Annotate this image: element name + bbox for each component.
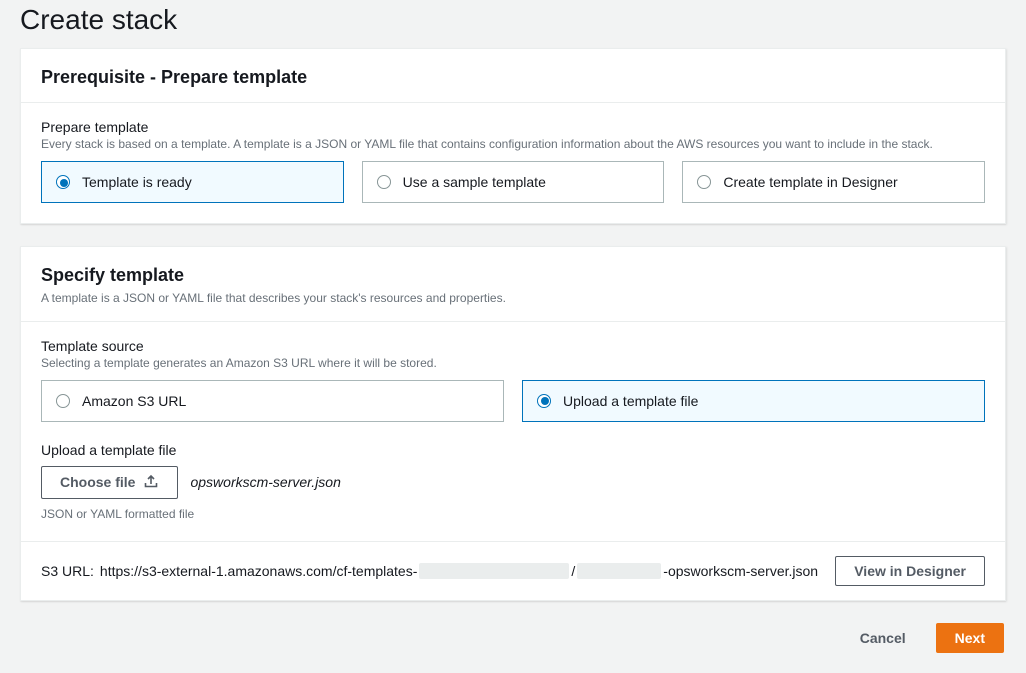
cancel-button[interactable]: Cancel: [842, 623, 924, 653]
option-template-ready[interactable]: Template is ready: [41, 161, 344, 203]
radio-icon: [537, 394, 551, 408]
s3-url-suffix: -opsworkscm-server.json: [663, 563, 818, 579]
uploaded-filename: opsworkscm-server.json: [190, 474, 340, 490]
option-label: Upload a template file: [563, 393, 698, 409]
option-s3-url[interactable]: Amazon S3 URL: [41, 380, 504, 422]
s3-url-separator: /: [571, 563, 575, 579]
upload-icon: [143, 473, 159, 492]
prerequisite-panel: Prerequisite - Prepare template Prepare …: [20, 48, 1006, 224]
radio-icon: [56, 175, 70, 189]
template-source-options: Amazon S3 URL Upload a template file: [41, 380, 985, 422]
s3-url-label: S3 URL:: [41, 563, 94, 579]
s3-url-prefix: https://s3-external-1.amazonaws.com/cf-t…: [100, 563, 417, 579]
s3-url-value: https://s3-external-1.amazonaws.com/cf-t…: [100, 563, 829, 579]
view-in-designer-button[interactable]: View in Designer: [835, 556, 985, 586]
page-title: Create stack: [20, 0, 1006, 48]
option-label: Use a sample template: [403, 174, 546, 190]
template-source-hint: Selecting a template generates an Amazon…: [41, 356, 985, 370]
prerequisite-title: Prerequisite - Prepare template: [41, 67, 985, 88]
upload-label: Upload a template file: [41, 442, 985, 458]
option-label: Template is ready: [82, 174, 192, 190]
prepare-template-hint: Every stack is based on a template. A te…: [41, 137, 985, 151]
choose-file-label: Choose file: [60, 474, 135, 490]
s3-url-row: S3 URL: https://s3-external-1.amazonaws.…: [21, 541, 1005, 600]
option-label: Create template in Designer: [723, 174, 897, 190]
file-format-hint: JSON or YAML formatted file: [41, 507, 985, 521]
specify-template-panel: Specify template A template is a JSON or…: [20, 246, 1006, 601]
upload-section: Upload a template file Choose file opswo…: [41, 442, 985, 521]
option-upload-file[interactable]: Upload a template file: [522, 380, 985, 422]
footer-actions: Cancel Next: [20, 623, 1006, 653]
redacted-segment: [419, 563, 569, 579]
specify-title: Specify template: [41, 265, 985, 286]
radio-icon: [697, 175, 711, 189]
redacted-segment: [577, 563, 661, 579]
option-sample-template[interactable]: Use a sample template: [362, 161, 665, 203]
choose-file-button[interactable]: Choose file: [41, 466, 178, 499]
option-label: Amazon S3 URL: [82, 393, 186, 409]
specify-desc: A template is a JSON or YAML file that d…: [41, 290, 985, 307]
radio-icon: [56, 394, 70, 408]
prepare-template-label: Prepare template: [41, 119, 985, 135]
option-create-in-designer[interactable]: Create template in Designer: [682, 161, 985, 203]
next-button[interactable]: Next: [936, 623, 1004, 653]
prepare-template-options: Template is ready Use a sample template …: [41, 161, 985, 203]
radio-icon: [377, 175, 391, 189]
template-source-label: Template source: [41, 338, 985, 354]
